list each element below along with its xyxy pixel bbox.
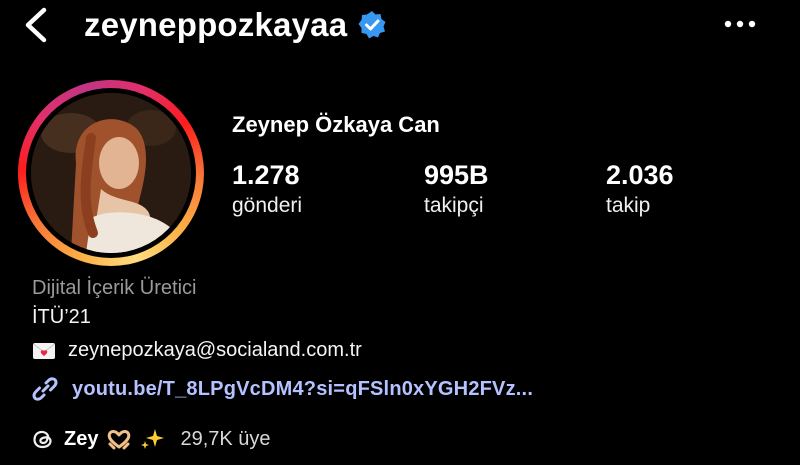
profile-username-header: zeyneppozkayaa bbox=[84, 6, 387, 44]
threads-badge[interactable]: Zey 29,7K üye bbox=[30, 426, 271, 452]
stat-posts-label: gönderi bbox=[232, 194, 303, 217]
stat-following[interactable]: 2.036 takip bbox=[606, 160, 674, 220]
stat-followers-value: 995B bbox=[424, 160, 489, 190]
bio-email-line: zeynepozkaya@socialand.com.tr bbox=[32, 339, 362, 362]
love-letter-icon bbox=[33, 342, 55, 359]
bio-link-text[interactable]: youtu.be/T_8LPgVcDM4?si=qFSln0xYGH2FVz..… bbox=[72, 378, 533, 401]
username: zeyneppozkayaa bbox=[84, 6, 348, 43]
avatar[interactable] bbox=[31, 93, 191, 253]
threads-name: Zey bbox=[64, 427, 99, 450]
full-name: Zeynep Özkaya Can bbox=[232, 112, 440, 137]
profile-category: Dijital İçerik Üretici bbox=[32, 277, 197, 299]
more-horizontal-icon[interactable] bbox=[722, 14, 762, 34]
sparkles-icon bbox=[141, 429, 165, 449]
story-ring[interactable] bbox=[18, 80, 204, 266]
stat-posts-value: 1.278 bbox=[232, 160, 300, 190]
stat-followers[interactable]: 995B takipçi bbox=[424, 160, 489, 220]
bio-link[interactable]: youtu.be/T_8LPgVcDM4?si=qFSln0xYGH2FVz..… bbox=[30, 374, 533, 404]
bio-line: İTÜ’21 bbox=[32, 306, 91, 328]
threads-members: 29,7K üye bbox=[180, 427, 271, 450]
chevron-left-icon[interactable] bbox=[22, 6, 52, 44]
bio-email[interactable]: zeynepozkaya@socialand.com.tr bbox=[68, 339, 362, 362]
stat-following-label: takip bbox=[606, 194, 651, 217]
stat-posts[interactable]: 1.278 gönderi bbox=[232, 160, 302, 220]
stat-followers-label: takipçi bbox=[424, 194, 484, 217]
threads-icon bbox=[33, 430, 52, 449]
heart-hands-icon bbox=[108, 430, 131, 450]
verified-badge-icon bbox=[358, 11, 386, 39]
top-bar: zeyneppozkayaa bbox=[0, 0, 800, 52]
avatar-photo bbox=[31, 93, 191, 253]
link-icon bbox=[32, 377, 58, 401]
stat-following-value: 2.036 bbox=[606, 160, 674, 190]
